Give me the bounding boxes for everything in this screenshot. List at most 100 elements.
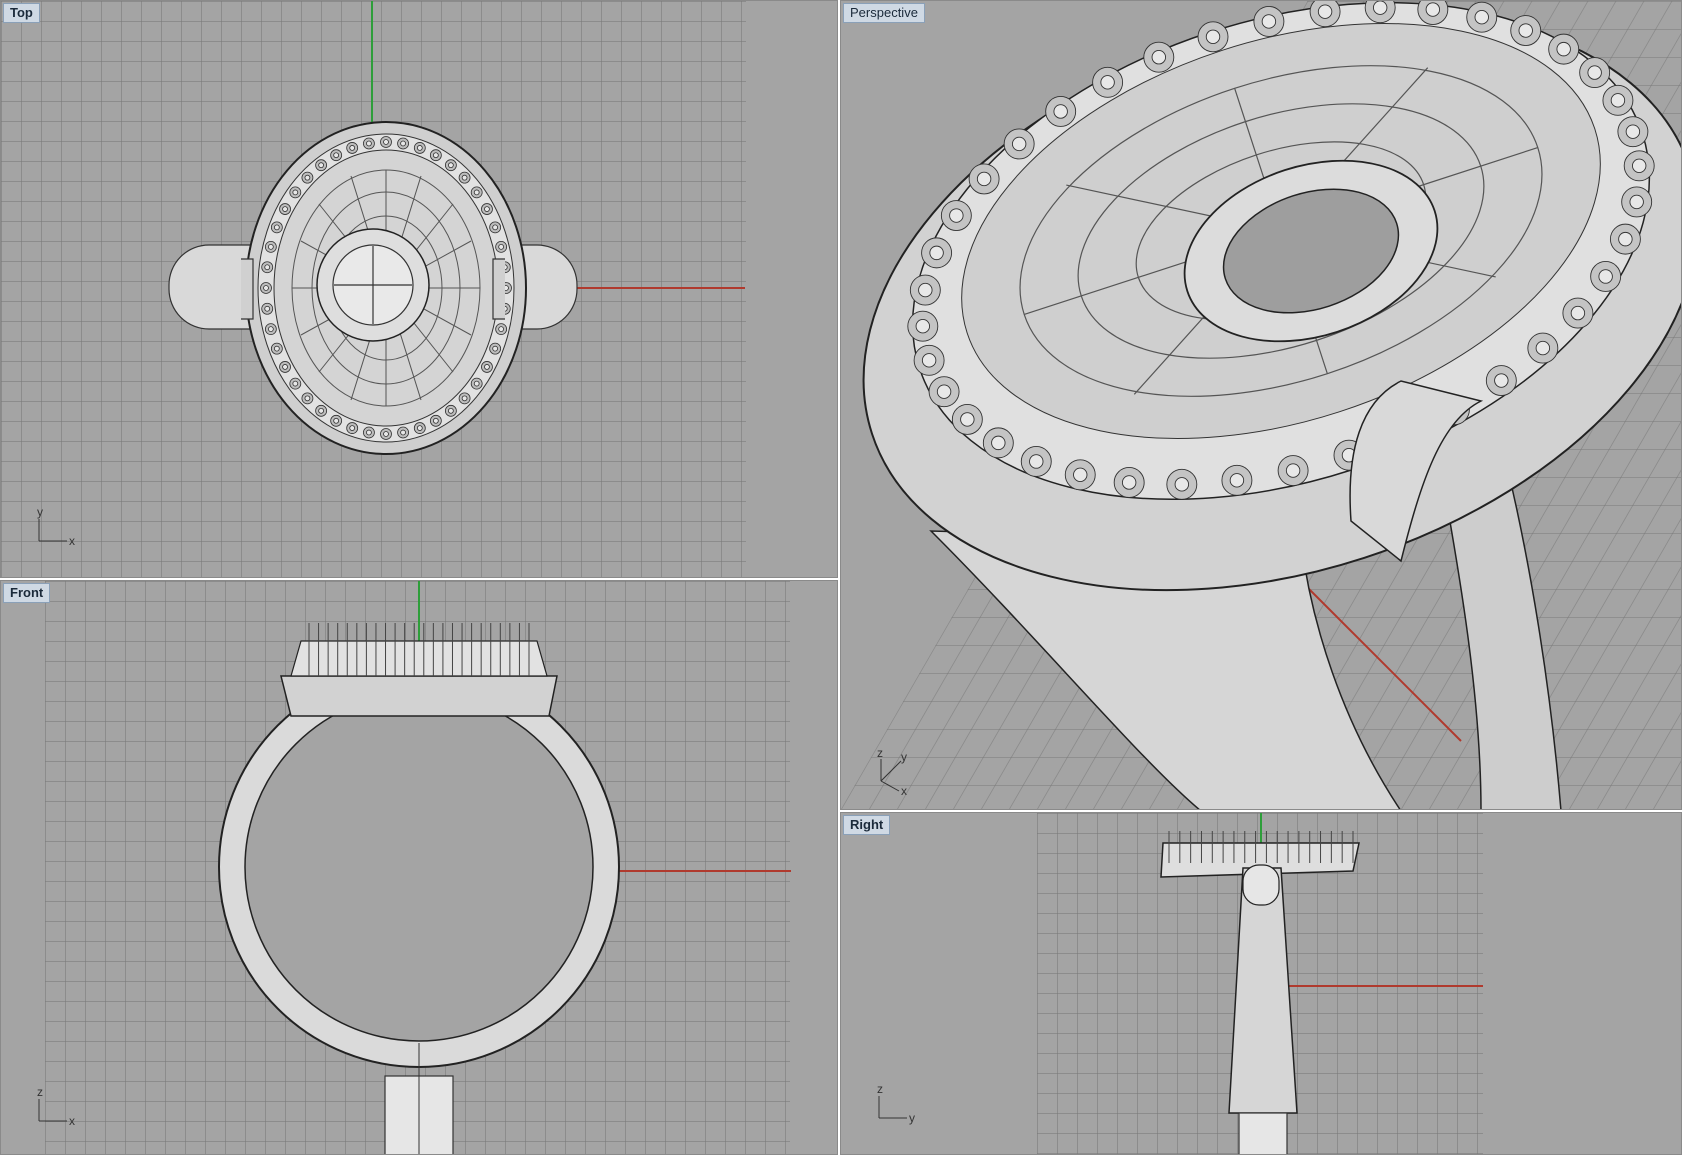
halo-bead-seat: [267, 326, 274, 333]
halo-bead-seat: [1229, 473, 1245, 488]
side-clip-left: [241, 258, 254, 320]
viewport-perspective[interactable]: z y x Perspective: [840, 0, 1682, 810]
viewport-title-top[interactable]: Top: [3, 3, 40, 23]
halo-bead-seat: [282, 206, 288, 212]
halo-bead-seat: [1474, 10, 1489, 25]
halo-bead-seat: [921, 353, 937, 368]
halo-bead-seat: [304, 174, 311, 181]
halo-bead-seat: [473, 189, 480, 196]
perspective-view-model: z y x: [862, 1, 1681, 809]
viewport-title-right[interactable]: Right: [843, 815, 891, 835]
axis-label-y: y: [909, 1111, 915, 1125]
gallery-wall: [290, 640, 548, 677]
halo-bead-seat: [492, 345, 499, 352]
halo-bead-seat: [333, 152, 340, 159]
halo-bead-seat: [1618, 231, 1633, 247]
viewport-front[interactable]: x z Front: [0, 580, 838, 1155]
halo-bead-seat: [1535, 340, 1551, 356]
halo-bead-seat: [432, 417, 439, 424]
side-clip: [1242, 864, 1280, 906]
ring-band-inner: [244, 692, 594, 1042]
halo-bead-seat: [1425, 2, 1441, 17]
halo-bead-seat: [273, 345, 280, 352]
halo-bead-seat: [1518, 23, 1533, 38]
halo-bead-seat: [473, 380, 480, 387]
halo-bead-seat: [383, 139, 389, 145]
halo-bead-seat: [304, 395, 311, 402]
halo-bead-seat: [1629, 194, 1644, 210]
axis-label-y: y: [901, 750, 907, 764]
halo-bead-seat: [400, 140, 406, 147]
halo-bead-seat: [448, 407, 454, 414]
halo-bead-seat: [318, 407, 324, 414]
axis-label-z: z: [877, 746, 883, 760]
halo-bead-seat: [1174, 477, 1190, 492]
right-view-model: y z: [877, 813, 1483, 1154]
viewport-top[interactable]: x y Top: [0, 0, 838, 578]
axis-label-y: y: [37, 505, 43, 519]
halo-bead-seat: [366, 140, 372, 147]
halo-bead-seat: [484, 206, 490, 212]
halo-bead-seat: [936, 384, 952, 399]
halo-bead-seat: [432, 152, 439, 159]
halo-bead-seat: [498, 326, 505, 333]
halo-bead-seat: [416, 145, 423, 151]
halo-bead-seat: [416, 425, 423, 431]
halo-bead-seat: [292, 380, 299, 387]
halo-bead-seat: [960, 412, 975, 427]
halo-bead-seat: [264, 305, 271, 312]
halo-bead-seat: [1372, 1, 1388, 15]
halo-bead-seat: [949, 208, 964, 223]
halo-bead-seat: [484, 364, 490, 370]
head-platform: [280, 675, 558, 717]
halo-bead-seat: [267, 243, 274, 250]
halo-bead-seat: [1625, 124, 1641, 139]
halo-bead-seat: [400, 429, 406, 436]
halo-bead-seat: [273, 224, 280, 231]
axis-label-x: x: [69, 1114, 75, 1128]
halo-bead-seat: [1570, 305, 1586, 321]
ring-mandrel: [1238, 1112, 1288, 1154]
halo-bead-seat: [461, 395, 468, 402]
side-clip-right: [492, 258, 505, 320]
halo-bead-seat: [1205, 29, 1221, 44]
halo-bead-seat: [264, 264, 271, 271]
halo-bead-seat: [915, 318, 931, 334]
viewport-title-perspective[interactable]: Perspective: [843, 3, 925, 23]
halo-bead-seat: [448, 162, 454, 169]
halo-bead-seat: [333, 417, 340, 424]
halo-bead-seat: [383, 431, 389, 437]
halo-bead-seat: [1053, 104, 1068, 119]
halo-bead-seat: [1494, 373, 1509, 388]
halo-bead-seat: [1631, 158, 1647, 174]
halo-bead-seat: [1121, 475, 1137, 490]
halo-bead-seat: [1011, 136, 1027, 152]
halo-bead-seat: [263, 285, 269, 291]
halo-bead-seat: [1100, 75, 1115, 90]
halo-bead-seat: [976, 171, 992, 187]
halo-bead-seat: [461, 174, 468, 181]
halo-bead-seat: [1073, 467, 1088, 482]
axis-label-z: z: [37, 1085, 43, 1099]
axis-label-x: x: [901, 784, 907, 798]
halo-bead-seat: [349, 425, 356, 431]
halo-bead-seat: [1151, 50, 1167, 65]
axis-label-z: z: [877, 1082, 883, 1096]
halo-bead-seat: [918, 282, 933, 298]
halo-bead-seat: [292, 189, 299, 196]
front-view-model: x z: [37, 581, 791, 1154]
halo-bead-seat: [1598, 269, 1613, 284]
halo-bead-seat: [366, 429, 372, 436]
halo-bead-seat: [991, 435, 1006, 451]
halo-bead-seat: [498, 243, 505, 250]
halo-bead-seat: [492, 224, 499, 231]
halo-bead-seat: [1285, 463, 1301, 478]
halo-bead-seat: [1261, 14, 1277, 29]
axis-triad-icon: x y: [37, 505, 75, 548]
viewport-right[interactable]: y z Right: [840, 812, 1682, 1155]
axis-triad-icon: x z: [37, 1085, 75, 1128]
halo-bead-seat: [318, 162, 324, 169]
viewport-title-front[interactable]: Front: [3, 583, 51, 603]
halo-bead-seat: [1317, 4, 1333, 19]
halo-bead-seat: [1587, 65, 1602, 80]
